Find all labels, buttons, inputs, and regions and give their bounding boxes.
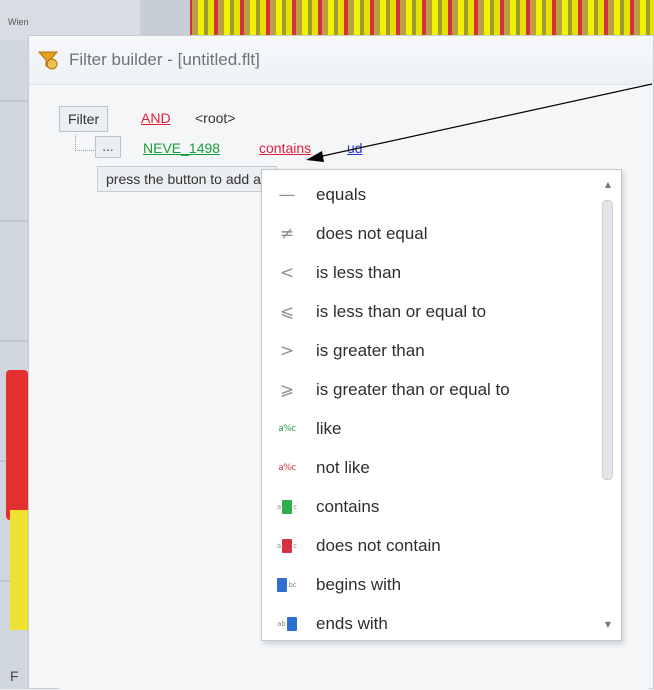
menu-item-less-than[interactable]: < is less than (262, 253, 592, 292)
menu-item-begins-with[interactable]: bc begins with (262, 565, 592, 604)
menu-item-label: equals (316, 184, 367, 204)
not-equal-icon: ≠ (279, 223, 295, 244)
menu-item-label: is less than or equal to (316, 301, 487, 321)
scrollbar-thumb[interactable] (602, 200, 613, 480)
menu-item-label: begins with (316, 574, 402, 594)
map-yellow-region (10, 510, 28, 630)
like-icon: a%c (278, 423, 296, 434)
menu-item-ends-with[interactable]: ab ends with (262, 604, 592, 643)
not-contains-icon: ac (274, 535, 300, 557)
map-background-left (0, 40, 28, 689)
dropdown-scrollbar[interactable]: ▲ ▼ (601, 176, 615, 634)
map-label: Wien (8, 17, 29, 27)
scroll-up-arrow-icon[interactable]: ▲ (603, 180, 613, 190)
menu-item-greater-than[interactable]: > is greater than (262, 331, 592, 370)
title-bar: Filter builder - [untitled.flt] (29, 36, 653, 85)
less-equal-icon: ⩽ (279, 301, 295, 322)
condition-value-link[interactable]: ud (347, 140, 363, 156)
ends-with-icon: ab (274, 613, 300, 635)
menu-item-does-not-equal[interactable]: ≠ does not equal (262, 214, 592, 253)
menu-item-not-like[interactable]: a%c not like (262, 448, 592, 487)
menu-item-less-equal[interactable]: ⩽ is less than or equal to (262, 292, 592, 331)
equals-icon: — (278, 184, 296, 205)
menu-item-equals[interactable]: — equals (262, 175, 592, 214)
menu-item-label: not like (316, 457, 370, 477)
menu-item-label: is greater than (316, 340, 425, 360)
tree-connector (75, 134, 94, 151)
menu-item-does-not-contain[interactable]: ac does not contain (262, 526, 592, 565)
filter-root-button[interactable]: Filter (59, 106, 109, 132)
map-background-top: Wien (0, 0, 654, 40)
menu-item-label: contains (316, 496, 380, 516)
contains-icon: ac (274, 496, 300, 518)
left-strip-label: F (10, 668, 19, 684)
add-condition-hint[interactable]: press the button to add a new condition (97, 166, 277, 192)
menu-item-label: ends with (316, 613, 388, 633)
scroll-down-arrow-icon[interactable]: ▼ (603, 620, 613, 630)
greater-than-icon: > (279, 340, 295, 361)
menu-item-label: does not contain (316, 535, 441, 555)
menu-item-greater-equal[interactable]: ⩾ is greater than or equal to (262, 370, 592, 409)
menu-item-like[interactable]: a%c like (262, 409, 592, 448)
menu-item-label: is less than (316, 262, 402, 282)
menu-item-contains[interactable]: ac contains (262, 487, 592, 526)
filter-funnel-icon (37, 51, 59, 70)
group-operator-link[interactable]: AND (141, 110, 171, 126)
operator-dropdown: — equals ≠ does not equal < is less than… (261, 169, 622, 641)
condition-menu-button[interactable]: ... (95, 136, 121, 158)
menu-item-label: like (316, 418, 342, 438)
begins-with-icon: bc (274, 574, 300, 596)
menu-item-label: does not equal (316, 223, 428, 243)
greater-equal-icon: ⩾ (279, 379, 295, 400)
menu-item-label: is greater than or equal to (316, 379, 510, 399)
condition-field-link[interactable]: NEVE_1498 (143, 140, 220, 156)
not-like-icon: a%c (278, 462, 296, 473)
condition-operator-link[interactable]: contains (259, 140, 311, 156)
less-than-icon: < (279, 262, 295, 283)
window-title: Filter builder - [untitled.flt] (69, 50, 260, 69)
map-red-region (6, 370, 28, 520)
root-label: <root> (195, 110, 236, 126)
